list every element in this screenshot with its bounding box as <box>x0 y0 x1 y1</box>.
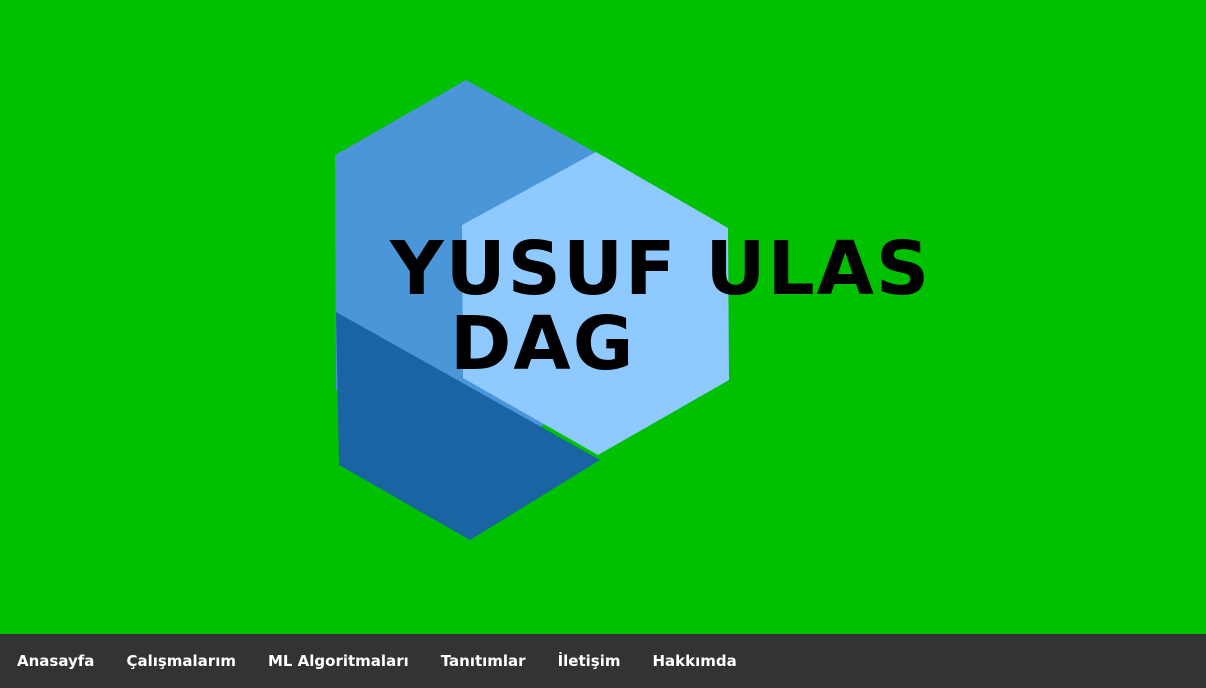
main-navigation: Anasayfa Çalışmalarım ML Algoritmaları T… <box>0 634 1206 688</box>
hero-banner: YUSUF ULAS DAG <box>0 0 1206 634</box>
nav-item-home[interactable]: Anasayfa <box>0 634 110 688</box>
nav-item-ml-algorithms[interactable]: ML Algoritmaları <box>252 634 425 688</box>
nav-item-contact[interactable]: İletişim <box>542 634 637 688</box>
logo-title-line1: YUSUF ULAS <box>389 226 931 312</box>
nav-item-introductions[interactable]: Tanıtımlar <box>425 634 542 688</box>
nav-item-about[interactable]: Hakkımda <box>637 634 753 688</box>
logo-graphic: YUSUF ULAS DAG <box>335 80 931 540</box>
nav-item-works[interactable]: Çalışmalarım <box>110 634 252 688</box>
logo-title-line2: DAG <box>450 301 635 387</box>
